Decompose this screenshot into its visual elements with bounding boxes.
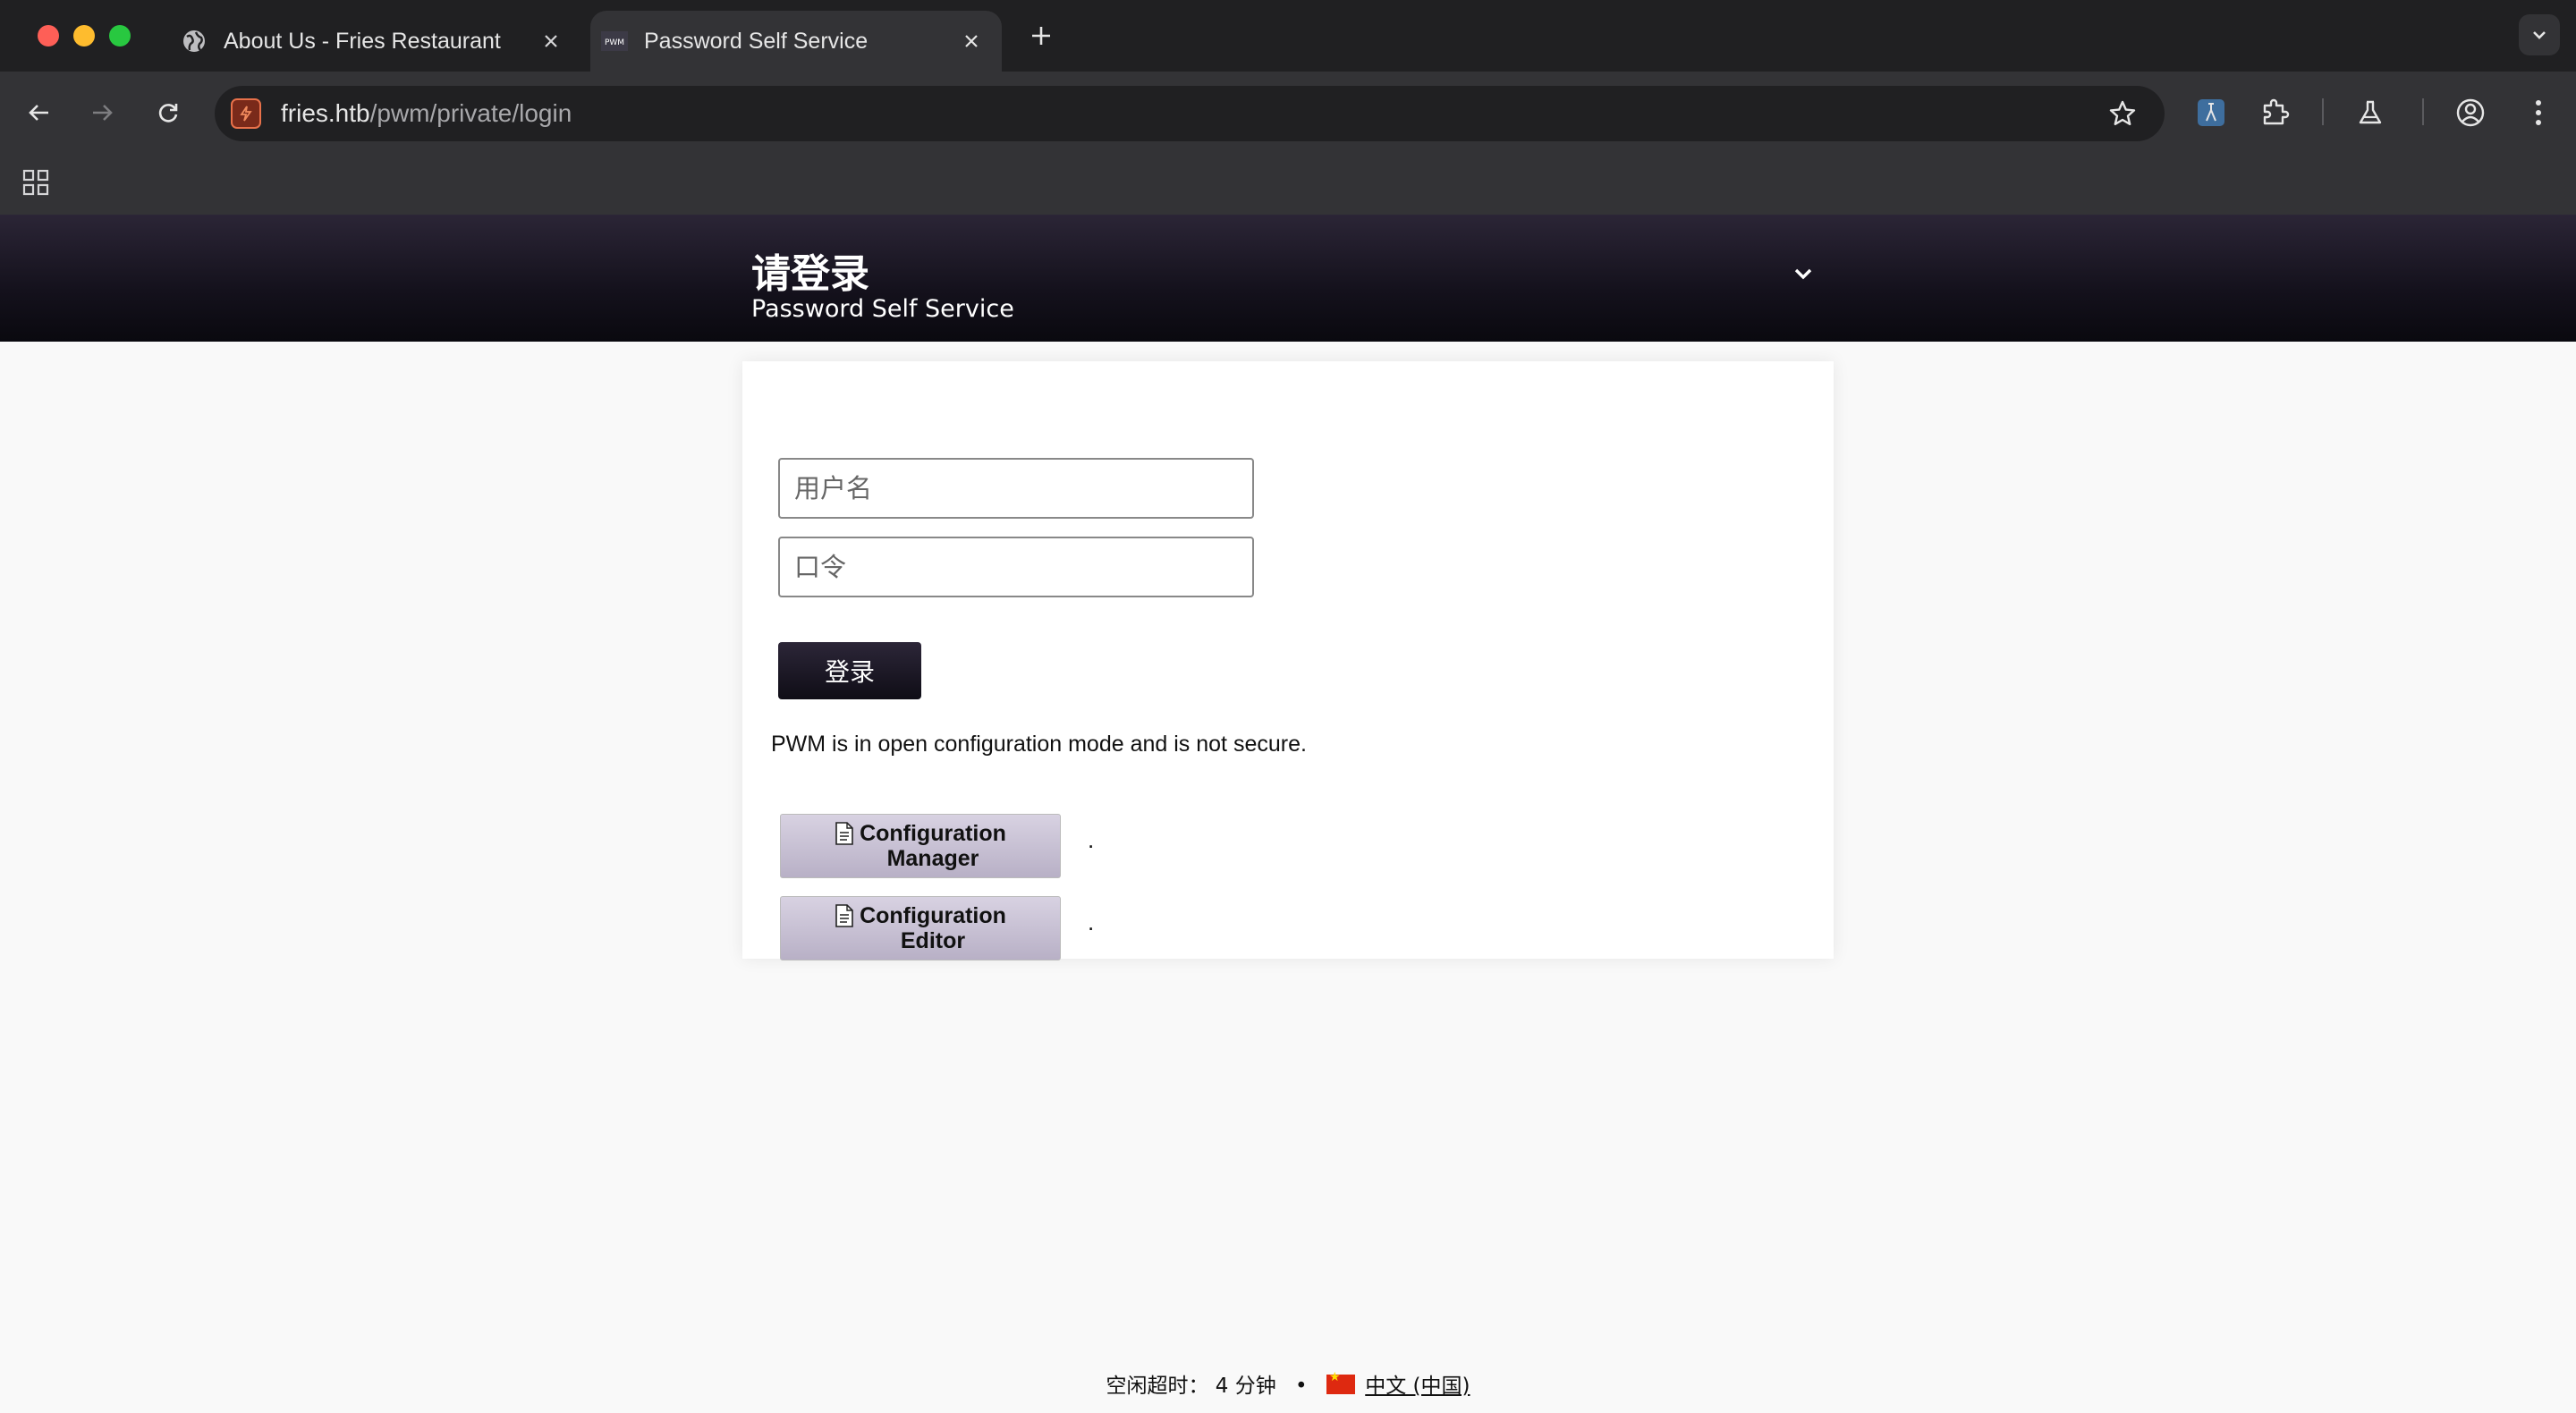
tab-about-us[interactable]: About Us - Fries Restaurant (170, 11, 581, 72)
page-content: 请登录 Password Self Service 登录 PWM is in o… (0, 215, 2576, 1413)
china-flag-icon (1326, 1370, 1355, 1394)
apps-grid-icon[interactable] (18, 165, 54, 200)
cfg-manager-line2: Manager (886, 846, 979, 871)
new-tab-icon[interactable] (1025, 20, 1057, 52)
more-menu-icon[interactable] (2519, 93, 2558, 132)
reload-icon[interactable] (148, 93, 188, 132)
cfg-manager-line1: Configuration (860, 821, 1006, 846)
trailing-dot: . (1088, 826, 1095, 853)
tab-title: Password Self Service (644, 28, 869, 54)
pwm-favicon-icon: PWM (601, 28, 628, 55)
username-field[interactable] (778, 458, 1254, 519)
forward-arrow-icon[interactable] (82, 93, 122, 132)
toolbar-separator (2322, 98, 2324, 125)
favicon-text: PWM (605, 38, 624, 47)
site-info-icon[interactable] (231, 98, 261, 129)
open-config-mode-note: PWM is in open configuration mode and is… (771, 732, 1307, 757)
page-title: 请登录 (751, 251, 869, 297)
extension-icon[interactable] (2191, 93, 2231, 132)
trailing-dot: . (1088, 909, 1095, 935)
page-header: 请登录 Password Self Service (0, 215, 2576, 342)
language-link[interactable]: 中文 (中国) (1365, 1375, 1470, 1398)
tab-strip: About Us - Fries Restaurant PWM Password… (0, 0, 2576, 72)
extensions-puzzle-icon[interactable] (2256, 93, 2295, 132)
configuration-manager-button[interactable]: Configuration Manager (780, 814, 1061, 878)
globe-icon (181, 28, 208, 55)
bookmark-star-icon[interactable] (2106, 97, 2140, 131)
configuration-manager-label: Configuration Manager (835, 821, 1006, 871)
login-card: 登录 PWM is in open configuration mode and… (742, 361, 1834, 960)
idle-timeout-text: 空闲超时： 4 分钟 (1106, 1375, 1276, 1398)
bookmarks-bar (0, 154, 2576, 215)
login-button[interactable]: 登录 (778, 642, 921, 699)
window-maximize-button[interactable] (109, 25, 131, 47)
configuration-editor-button[interactable]: Configuration Editor (780, 896, 1061, 960)
url-host: fries.htb (281, 99, 370, 127)
page-subtitle: Password Self Service (751, 295, 1014, 323)
back-arrow-icon[interactable] (20, 93, 59, 132)
browser-toolbar: fries.htb/pwm/private/login (0, 72, 2576, 154)
url-text[interactable]: fries.htb/pwm/private/login (281, 99, 572, 128)
cfg-editor-line1: Configuration (860, 903, 1006, 928)
configuration-editor-label: Configuration Editor (835, 903, 1006, 953)
tab-password-self-service[interactable]: PWM Password Self Service (590, 11, 1002, 72)
close-tab-icon[interactable] (537, 27, 565, 55)
footer-separator: • (1295, 1375, 1308, 1398)
page-footer: 空闲超时： 4 分钟 • 中文 (中国) (0, 1368, 2576, 1399)
toolbar-separator (2422, 98, 2424, 125)
document-icon (835, 822, 853, 845)
password-field[interactable] (778, 537, 1254, 597)
tab-title: About Us - Fries Restaurant (224, 28, 501, 54)
browser-chrome: About Us - Fries Restaurant PWM Password… (0, 0, 2576, 215)
cfg-editor-line2: Editor (900, 928, 966, 953)
window-minimize-button[interactable] (73, 25, 95, 47)
window-close-button[interactable] (38, 25, 59, 47)
url-path: /pwm/private/login (369, 99, 572, 127)
header-chevron-down-icon[interactable] (1787, 258, 1819, 290)
tab-search-chevron-icon[interactable] (2519, 14, 2560, 55)
close-tab-icon[interactable] (957, 27, 986, 55)
document-icon (835, 904, 853, 927)
profile-avatar-icon[interactable] (2451, 93, 2490, 132)
labs-flask-icon[interactable] (2351, 93, 2390, 132)
address-bar[interactable]: fries.htb/pwm/private/login (215, 86, 2165, 141)
